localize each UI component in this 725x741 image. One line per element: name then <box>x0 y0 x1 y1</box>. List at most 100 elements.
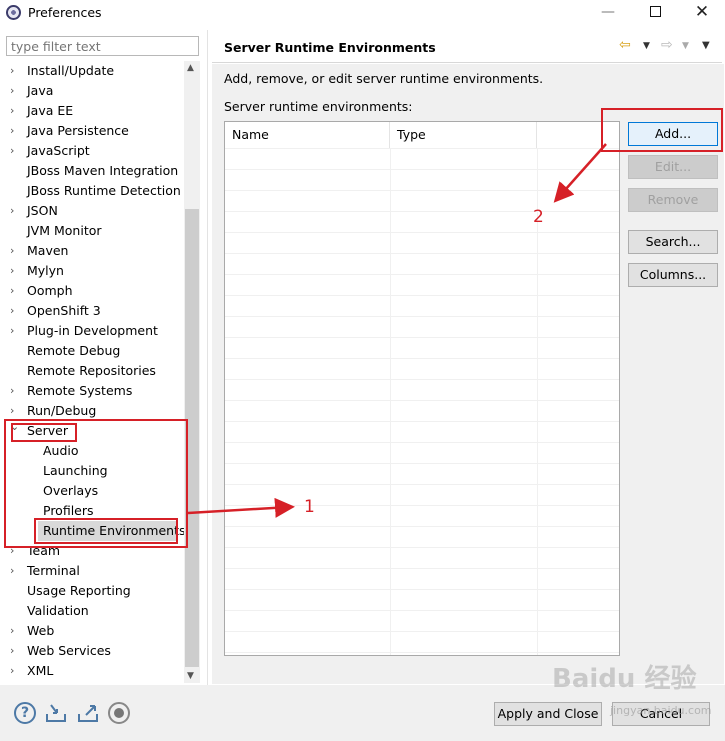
export-icon[interactable] <box>77 702 99 724</box>
sidebar-item[interactable]: Remote Repositories <box>6 361 184 381</box>
table-row-line <box>225 295 619 296</box>
remove-button[interactable]: Remove <box>628 188 718 212</box>
table-row-line <box>225 274 619 275</box>
tree-scrollbar[interactable]: ▲ ▼ <box>184 61 200 683</box>
table-row-line <box>225 589 619 590</box>
expand-arrow-icon[interactable]: › <box>10 281 20 301</box>
sidebar-item[interactable]: › Run/Debug <box>6 401 184 421</box>
sidebar-item-label: Remote Debug <box>27 343 121 358</box>
table-row-line <box>225 253 619 254</box>
sidebar-item[interactable]: › Web Services <box>6 641 184 661</box>
apply-and-close-button[interactable]: Apply and Close <box>494 702 602 726</box>
sidebar-item-label: Mylyn <box>27 263 64 278</box>
runtime-environments-table[interactable]: Name Type <box>224 121 620 656</box>
filter-input[interactable] <box>6 36 199 56</box>
sidebar-item-label: JBoss Maven Integration <box>27 163 179 178</box>
table-row-line <box>225 148 619 149</box>
sidebar-item[interactable]: › Plug-in Development <box>6 321 184 341</box>
sidebar-item-label: XML <box>27 663 54 678</box>
expand-arrow-icon[interactable]: › <box>10 321 20 341</box>
sidebar-item[interactable]: › Java Persistence <box>6 121 184 141</box>
record-icon[interactable] <box>108 702 130 724</box>
sidebar-item[interactable]: › XML <box>6 661 184 681</box>
close-button[interactable]: ✕ <box>682 2 722 24</box>
search-button[interactable]: Search... <box>628 230 718 254</box>
expand-arrow-icon[interactable]: › <box>10 141 20 161</box>
sidebar-item[interactable]: › JSON <box>6 201 184 221</box>
expand-arrow-icon[interactable]: › <box>10 661 20 681</box>
sidebar-item-label: Remote Repositories <box>27 363 156 378</box>
runtime-environments-highlight-box <box>34 518 178 544</box>
maximize-button[interactable] <box>635 2 675 24</box>
expand-arrow-icon[interactable]: › <box>10 381 20 401</box>
expand-arrow-icon[interactable]: › <box>10 61 20 81</box>
table-row-line <box>225 652 619 653</box>
table-row-line <box>225 337 619 338</box>
expand-arrow-icon[interactable]: › <box>10 301 20 321</box>
add-button-highlight-box <box>601 108 723 152</box>
edit-button[interactable]: Edit... <box>628 155 718 179</box>
expand-arrow-icon[interactable]: › <box>10 261 20 281</box>
sidebar-item-label: Remote Systems <box>27 383 133 398</box>
expand-arrow-icon[interactable]: › <box>10 241 20 261</box>
sidebar-item[interactable]: › Remote Systems <box>6 381 184 401</box>
table-row-line <box>225 232 619 233</box>
table-row-line <box>225 358 619 359</box>
columns-button[interactable]: Columns... <box>628 263 718 287</box>
sidebar-item[interactable]: JVM Monitor <box>6 221 184 241</box>
sidebar-item-label: OpenShift 3 <box>27 303 101 318</box>
sidebar-item[interactable]: › JavaScript <box>6 141 184 161</box>
expand-arrow-icon[interactable]: › <box>10 641 20 661</box>
table-row-line <box>225 526 619 527</box>
forward-dropdown-icon[interactable]: ▼ <box>682 41 689 51</box>
sidebar-item[interactable]: › Mylyn <box>6 261 184 281</box>
expand-arrow-icon[interactable]: › <box>10 561 20 581</box>
sidebar-item[interactable]: › Oomph <box>6 281 184 301</box>
table-row-line <box>225 484 619 485</box>
sidebar-item-label: Maven <box>27 243 69 258</box>
expand-arrow-icon[interactable]: › <box>10 201 20 221</box>
expand-arrow-icon[interactable]: › <box>10 621 20 641</box>
table-row-line <box>225 505 619 506</box>
sidebar-item[interactable]: Validation <box>6 601 184 621</box>
minimize-button[interactable]: — <box>588 2 628 24</box>
sidebar-item-label: Oomph <box>27 283 73 298</box>
sidebar-item-label: Java EE <box>27 103 74 118</box>
sidebar-item[interactable]: Usage Reporting <box>6 581 184 601</box>
back-arrow-icon[interactable]: ⇦ <box>619 37 631 53</box>
sidebar-item[interactable]: › Java <box>6 81 184 101</box>
sidebar-item[interactable]: › Install/Update <box>6 61 184 81</box>
sidebar-item-label: Java <box>27 83 54 98</box>
sidebar-item-label: Java Persistence <box>27 123 129 138</box>
sidebar-item[interactable]: Remote Debug <box>6 341 184 361</box>
expand-arrow-icon[interactable]: › <box>10 121 20 141</box>
table-row-line <box>225 379 619 380</box>
scroll-down-icon[interactable]: ▼ <box>187 671 194 681</box>
import-icon[interactable] <box>45 702 67 724</box>
table-row-line <box>225 463 619 464</box>
title-bar: Preferences — ✕ <box>0 0 725 26</box>
help-icon[interactable]: ? <box>14 702 36 724</box>
expand-arrow-icon[interactable]: › <box>10 101 20 121</box>
sidebar-item[interactable]: › Java EE <box>6 101 184 121</box>
expand-arrow-icon[interactable]: › <box>10 81 20 101</box>
back-dropdown-icon[interactable]: ▼ <box>643 41 650 51</box>
forward-arrow-icon[interactable]: ⇨ <box>661 37 673 53</box>
table-row-line <box>225 169 619 170</box>
sidebar-item-label: JVM Monitor <box>27 223 102 238</box>
sidebar-item-label: Web <box>27 623 55 638</box>
scroll-up-icon[interactable]: ▲ <box>187 63 194 73</box>
sidebar-item[interactable]: › Maven <box>6 241 184 261</box>
column-header-type[interactable]: Type <box>390 122 537 148</box>
sidebar-item-label: Validation <box>27 603 89 618</box>
sidebar-item-label: JavaScript <box>27 143 90 158</box>
sidebar-item[interactable]: › OpenShift 3 <box>6 301 184 321</box>
panel-divider[interactable] <box>207 30 208 685</box>
sidebar-item[interactable]: JBoss Maven Integration <box>6 161 184 181</box>
sidebar-item[interactable]: › Terminal <box>6 561 184 581</box>
view-menu-icon[interactable]: ▼ <box>702 40 710 51</box>
sidebar-item[interactable]: JBoss Runtime Detection <box>6 181 184 201</box>
table-row-line <box>225 316 619 317</box>
column-header-name[interactable]: Name <box>225 122 390 148</box>
sidebar-item[interactable]: › Web <box>6 621 184 641</box>
